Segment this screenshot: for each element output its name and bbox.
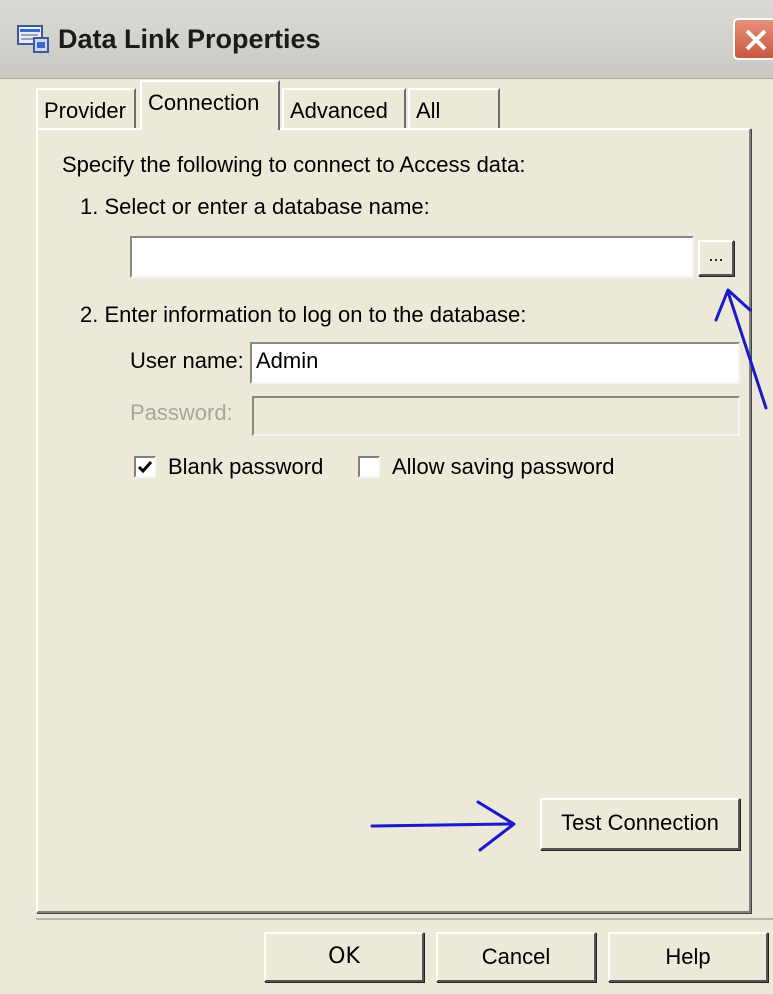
window-title: Data Link Properties (58, 24, 321, 54)
allow-saving-password-label[interactable]: Allow saving password (392, 454, 615, 480)
tab-provider-label: Provider (44, 98, 126, 123)
data-link-icon (17, 25, 49, 53)
tab-all-label: All (416, 98, 441, 123)
title-bar[interactable]: Data Link Properties (0, 0, 773, 79)
password-label: Password: (130, 400, 233, 425)
tab-all[interactable]: All (408, 88, 500, 128)
annotation-arrow-browse (714, 288, 768, 410)
checkmark-icon (137, 461, 153, 474)
tab-provider[interactable]: Provider (36, 88, 136, 128)
close-button[interactable] (733, 18, 773, 60)
close-icon (745, 29, 767, 51)
annotation-arrow-test-connection (370, 800, 516, 852)
username-value: Admin (256, 348, 319, 373)
cancel-button[interactable]: Cancel (436, 932, 596, 982)
tab-advanced[interactable]: Advanced (282, 88, 406, 128)
blank-password-label[interactable]: Blank password (168, 454, 323, 480)
step1-label: 1. Select or enter a database name: (80, 194, 430, 219)
data-link-properties-dialog: Data Link Properties Provider Connection… (0, 0, 773, 994)
blank-password-checkbox[interactable] (134, 456, 156, 478)
ok-button[interactable]: OK (264, 932, 424, 982)
allow-saving-password-checkbox[interactable] (358, 456, 380, 478)
help-button[interactable]: Help (608, 932, 768, 982)
test-connection-button[interactable]: Test Connection (540, 798, 740, 850)
step2-label: 2. Enter information to log on to the da… (80, 302, 527, 327)
tab-advanced-label: Advanced (290, 98, 388, 123)
tab-connection-label: Connection (148, 90, 260, 115)
password-input (252, 396, 740, 436)
tab-connection[interactable]: Connection (140, 80, 280, 130)
intro-text: Specify the following to connect to Acce… (62, 152, 526, 177)
browse-database-button[interactable]: ... (698, 240, 734, 276)
username-label: User name: (130, 348, 244, 373)
dialog-footer: OK Cancel Help (0, 920, 773, 994)
database-name-input[interactable] (130, 236, 694, 278)
username-input[interactable]: Admin (250, 342, 740, 384)
